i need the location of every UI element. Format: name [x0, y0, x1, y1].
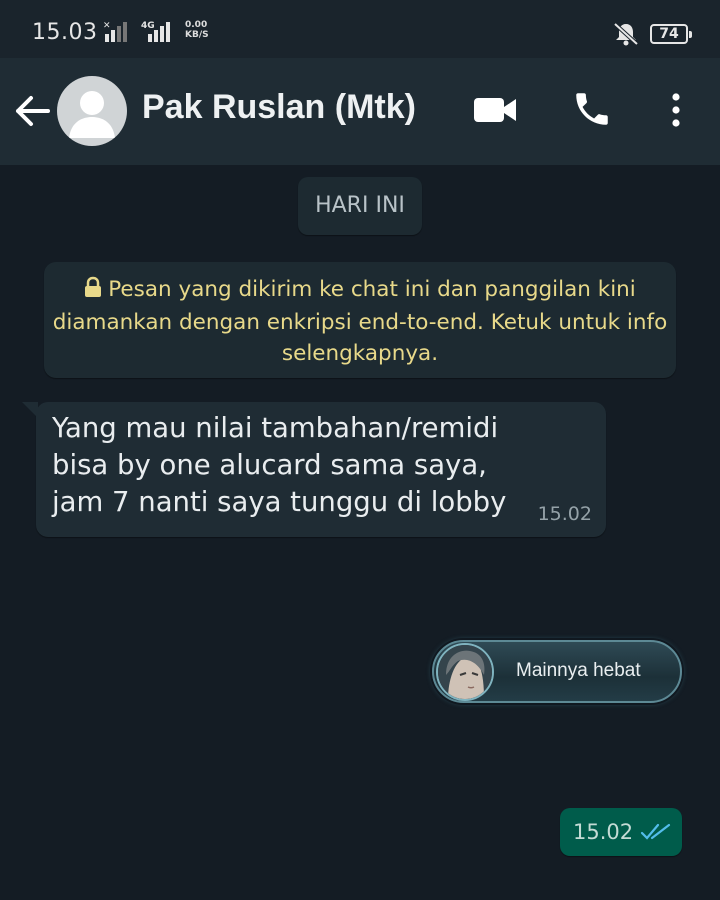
message-text: Yang mau nilai tambahan/remidi bisa by o…	[52, 412, 507, 518]
alucard-portrait-icon	[436, 643, 494, 701]
lock-icon	[84, 276, 102, 307]
contact-name[interactable]: Pak Ruslan (Mtk)	[142, 88, 416, 127]
back-arrow-icon[interactable]	[14, 94, 52, 132]
network-speed-value: 0.00	[185, 20, 208, 30]
avatar-icon[interactable]	[57, 76, 127, 146]
signal-icon: ✕	[101, 20, 133, 48]
chat-area[interactable]: HARI INI Pesan yang dikirim ke chat ini …	[0, 165, 720, 900]
status-bar: 15.03 ✕ 4G 0.00 KB/S 74	[0, 0, 720, 58]
voice-call-icon[interactable]	[571, 88, 613, 134]
outgoing-message[interactable]: 15.02	[560, 808, 682, 856]
signal-4g-icon: 4G	[140, 20, 180, 48]
sticker-message[interactable]: Mainnya hebat	[432, 640, 682, 703]
svg-text:✕: ✕	[103, 21, 111, 31]
more-options-icon[interactable]	[668, 91, 684, 135]
encryption-notice[interactable]: Pesan yang dikirim ke chat ini dan pangg…	[44, 262, 676, 378]
sticker-text: Mainnya hebat	[516, 660, 641, 681]
network-label: 4G	[141, 21, 155, 31]
date-chip: HARI INI	[298, 177, 422, 235]
mute-icon	[613, 22, 639, 50]
video-call-icon[interactable]	[472, 96, 518, 128]
incoming-message[interactable]: Yang mau nilai tambahan/remidi bisa by o…	[22, 402, 606, 537]
message-time: 15.02	[537, 503, 592, 525]
encryption-notice-text: Pesan yang dikirim ke chat ini dan pangg…	[52, 277, 668, 366]
battery-icon: 74	[650, 24, 692, 44]
read-ticks-icon	[640, 822, 672, 846]
chat-header: Pak Ruslan (Mtk)	[0, 58, 720, 165]
status-time: 15.03	[32, 20, 98, 45]
network-speed: 0.00 KB/S	[185, 20, 209, 40]
message-time: 15.02	[573, 820, 634, 844]
network-speed-unit: KB/S	[185, 30, 209, 40]
